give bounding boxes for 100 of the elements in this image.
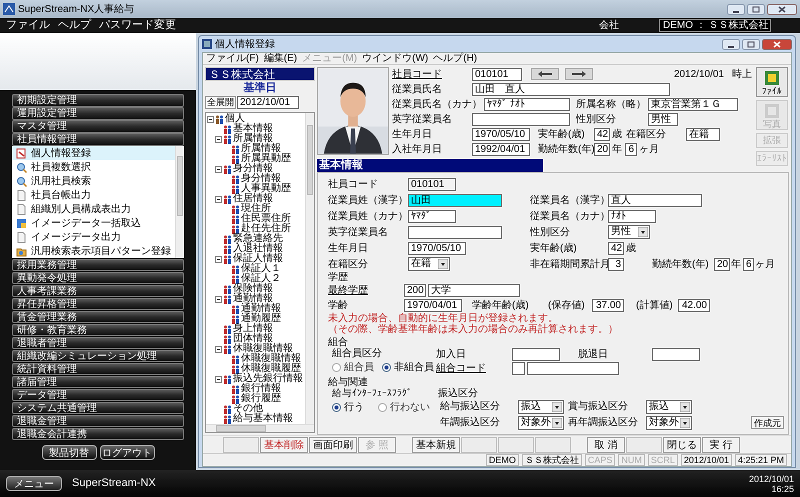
nav-group[interactable]: 研修・教育業務: [12, 324, 184, 336]
tree-item[interactable]: その他: [233, 404, 263, 414]
final-education-link[interactable]: 最終学歴: [328, 283, 404, 298]
input-field[interactable]: 山田 直人: [472, 82, 670, 96]
tool-button[interactable]: ﾌｧｲﾙ: [756, 67, 788, 97]
menu-item[interactable]: ウインドウ(W): [362, 53, 428, 64]
dropdown[interactable]: 対象外: [518, 416, 564, 430]
tree-item[interactable]: 通勤情報: [233, 294, 273, 304]
nav-group[interactable]: 採用業務管理: [12, 258, 184, 271]
input-field[interactable]: [652, 348, 700, 361]
scrollbar[interactable]: [175, 146, 184, 258]
collapse-icon[interactable]: [215, 256, 222, 262]
close-icon[interactable]: [767, 4, 797, 14]
tree-item[interactable]: 休職復職情報: [233, 344, 293, 354]
close-icon[interactable]: [762, 38, 792, 50]
nav-group[interactable]: 昇任昇格管理: [12, 298, 184, 310]
input-field[interactable]: 200: [404, 284, 426, 297]
collapse-icon[interactable]: [215, 136, 222, 142]
input-field[interactable]: 男性: [648, 112, 678, 126]
input-field[interactable]: 6: [625, 142, 637, 156]
tree-item[interactable]: 所属情報: [233, 134, 273, 144]
tree-item[interactable]: 通勤履歴: [241, 314, 281, 324]
tree-item[interactable]: 休職復職履歴: [241, 364, 301, 374]
panel-button[interactable]: 製品切替: [42, 444, 96, 460]
input-field[interactable]: ﾔﾏﾀﾞ ﾅｵﾄ: [484, 98, 570, 110]
input-field[interactable]: 在籍: [686, 128, 720, 140]
collapse-icon[interactable]: [215, 346, 222, 352]
nav-group[interactable]: 組織改編シミュレーション処理: [12, 350, 184, 362]
tree-item[interactable]: 保証人２: [241, 274, 281, 284]
action-button[interactable]: 基本削除: [260, 436, 308, 452]
nav-group[interactable]: システム共通管理: [12, 402, 184, 414]
tree-item[interactable]: 銀行情報: [241, 384, 281, 394]
tree-item[interactable]: 保証人情報: [233, 254, 283, 264]
input-field[interactable]: 2012/10/01: [237, 96, 299, 109]
dropdown[interactable]: 振込: [518, 400, 564, 414]
input-field[interactable]: 1992/04/01: [472, 142, 530, 156]
nav-group[interactable]: 賃金管理業務: [12, 310, 184, 323]
nav-group[interactable]: データ管理: [12, 388, 184, 401]
previous-button[interactable]: [531, 68, 559, 80]
nav-group[interactable]: 退職金会計連携: [12, 428, 184, 440]
nav-group[interactable]: マスタ管理: [12, 120, 184, 132]
input-field[interactable]: 1970/05/10: [408, 242, 466, 254]
radio-button[interactable]: 組合員: [332, 360, 374, 374]
tree-item[interactable]: 人事異動歴: [241, 184, 291, 194]
tree-item[interactable]: 休職復職情報: [241, 354, 301, 364]
input-field[interactable]: 20: [594, 142, 610, 156]
tree-item[interactable]: 現住所: [241, 204, 271, 214]
action-button[interactable]: 基本新規: [412, 436, 460, 452]
input-field[interactable]: [408, 226, 502, 238]
nav-group[interactable]: 退職者管理: [12, 336, 184, 349]
tree-item[interactable]: 緊急連絡先: [233, 234, 283, 244]
dropdown[interactable]: 在籍: [408, 257, 450, 271]
menu-item[interactable]: ヘルプ: [58, 19, 91, 32]
input-field[interactable]: [472, 112, 570, 126]
menu-item[interactable]: ヘルプ(H): [433, 53, 478, 64]
tree-item[interactable]: 給与基本情報: [233, 414, 293, 424]
nav-group[interactable]: 運用設定管理: [12, 107, 184, 120]
action-button[interactable]: 実 行: [702, 436, 740, 452]
maximize-icon[interactable]: [742, 38, 760, 50]
menu-item[interactable]: ファイル: [6, 19, 50, 32]
menu-item[interactable]: パスワード変更: [99, 19, 176, 32]
action-button[interactable]: 画面印刷: [309, 436, 357, 452]
tree-item[interactable]: 個人: [225, 114, 245, 124]
tree-item[interactable]: 住居情報: [233, 194, 273, 204]
tree-item[interactable]: 団体情報: [233, 334, 273, 344]
tree-item[interactable]: 住民票住所: [241, 214, 291, 224]
input-field[interactable]: 1970/04/01: [404, 299, 462, 312]
collapse-icon[interactable]: [215, 166, 222, 172]
next-button[interactable]: [565, 68, 593, 80]
tree-item[interactable]: 保証人１: [241, 264, 281, 274]
scrollbar[interactable]: [206, 424, 314, 432]
menu-item[interactable]: ファイル(F): [206, 53, 259, 64]
action-button[interactable]: 閉じる: [663, 436, 701, 452]
origin-button[interactable]: 作成元: [751, 416, 784, 429]
tree-item[interactable]: 身分情報: [241, 174, 281, 184]
nav-item[interactable]: 個人情報登録: [12, 146, 175, 160]
tree-item[interactable]: 基本情報: [233, 124, 273, 134]
maximize-icon[interactable]: [747, 4, 765, 14]
nav-group[interactable]: 社員情報管理: [12, 133, 184, 146]
input-field[interactable]: 3: [608, 258, 624, 270]
nav-group[interactable]: 初期設定管理: [12, 94, 184, 106]
input-field[interactable]: ﾔﾏﾀﾞ: [408, 210, 456, 222]
tree-item[interactable]: 身上情報: [233, 324, 273, 334]
collapse-icon[interactable]: [215, 196, 222, 202]
radio-button[interactable]: 行わない: [378, 400, 430, 414]
input-field[interactable]: [527, 362, 619, 374]
tree-item[interactable]: 赴任先住所: [241, 224, 291, 234]
nav-group[interactable]: 異動発令処理: [12, 272, 184, 284]
input-field[interactable]: [512, 348, 560, 361]
minimize-icon[interactable]: [727, 4, 745, 14]
input-field[interactable]: 大学: [428, 284, 520, 297]
nav-group[interactable]: 諸届管理: [12, 376, 184, 388]
radio-button[interactable]: 非組合員: [382, 360, 434, 374]
input-field[interactable]: 直人: [608, 194, 702, 206]
input-field[interactable]: 1970/05/10: [472, 128, 530, 140]
radio-button[interactable]: 行う: [332, 400, 364, 414]
code-link[interactable]: 社員コード: [392, 66, 472, 82]
panel-button[interactable]: ログアウト: [100, 444, 154, 460]
action-button[interactable]: 取 消: [587, 436, 625, 452]
nav-group[interactable]: 統計資料管理: [12, 362, 184, 375]
